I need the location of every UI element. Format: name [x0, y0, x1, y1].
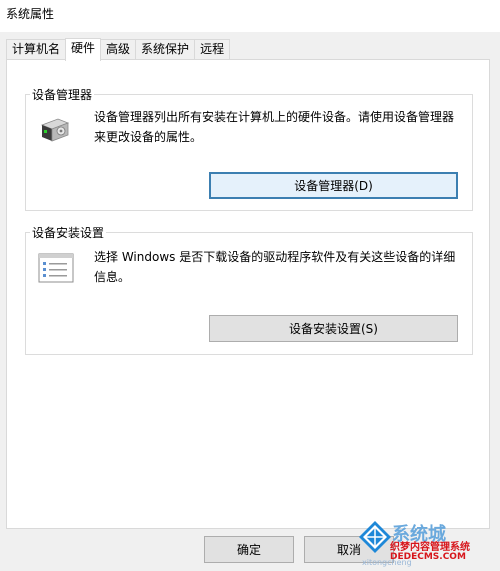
title-bar: 系统属性 [0, 0, 500, 32]
watermark-tagline: 织梦内容管理系统 [390, 542, 470, 553]
window-title: 系统属性 [6, 7, 55, 21]
tab-advanced[interactable]: 高级 [100, 39, 137, 60]
windows-logo-icon [359, 521, 391, 553]
device-install-settings-button[interactable]: 设备安装设置(S) [209, 315, 458, 342]
tab-hardware[interactable]: 硬件 [65, 38, 102, 61]
device-manager-description: 设备管理器列出所有安装在计算机上的硬件设备。请使用设备管理器来更改设备的属性。 [94, 110, 455, 144]
device-manager-icon [40, 118, 70, 142]
device-install-group: 设备安装设置 选择 Windows 是否下载设备的驱动程序软件及有关这些设备的详… [25, 224, 473, 355]
device-install-description: 选择 Windows 是否下载设备的驱动程序软件及有关这些设备的详细信息。 [94, 250, 456, 284]
tab-strip: 计算机名 硬件 高级 系统保护 远程 [6, 38, 231, 61]
tab-computer-name[interactable]: 计算机名 [6, 39, 67, 60]
device-manager-button[interactable]: 设备管理器(D) [209, 172, 458, 199]
ok-button[interactable]: 确定 [204, 536, 294, 563]
checklist-icon [38, 253, 74, 283]
tab-system-protection[interactable]: 系统保护 [135, 39, 196, 60]
tab-remote[interactable]: 远程 [194, 39, 231, 60]
site-watermark: 系统城 织梦内容管理系统 DEDECMS.COM xitongcheng [354, 518, 500, 571]
system-properties-window: 系统属性 计算机名 硬件 高级 系统保护 远程 设备管理器 设备管理器列出所有安… [0, 0, 500, 571]
device-install-group-label: 设备安装设置 [30, 224, 107, 241]
device-manager-group-label: 设备管理器 [30, 86, 95, 103]
device-manager-group: 设备管理器 设备管理器列出所有安装在计算机上的硬件设备。请使用设备管理器来更改设… [25, 86, 473, 211]
hardware-tab-panel: 设备管理器 设备管理器列出所有安装在计算机上的硬件设备。请使用设备管理器来更改设… [6, 59, 490, 529]
watermark-under-text: xitongcheng [362, 558, 412, 567]
